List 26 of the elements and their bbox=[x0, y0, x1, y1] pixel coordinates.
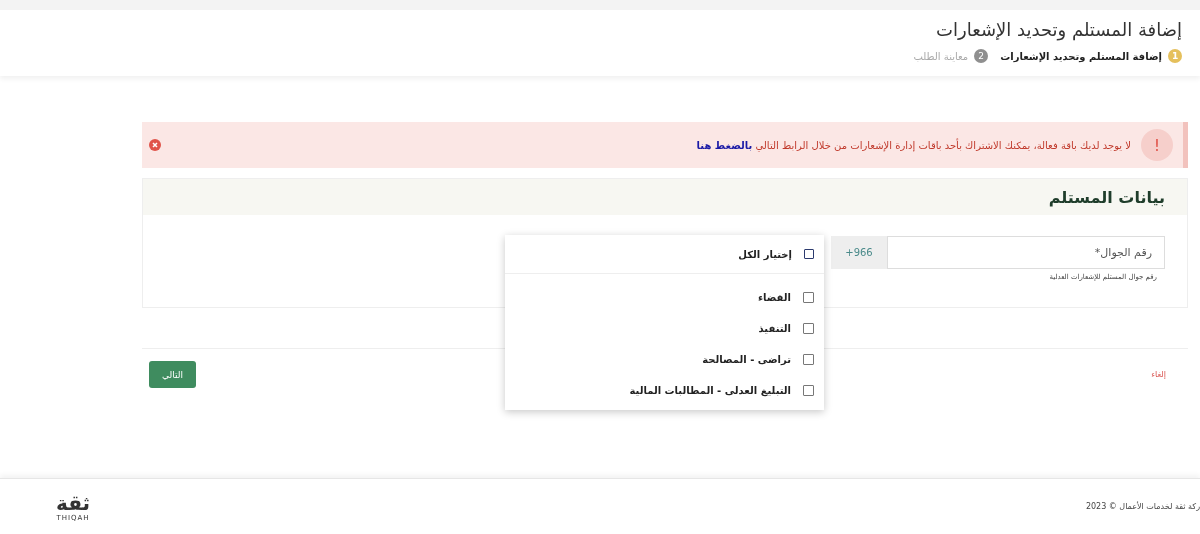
link[interactable]: بالضغط هنا bbox=[696, 139, 753, 151]
step-label: إضافة المستلم وتحديد الإشعارات bbox=[1000, 50, 1162, 62]
cancel-link[interactable]: إلغاء bbox=[1151, 370, 1166, 379]
alert-message: لا يوجد لديك باقة فعالة، يمكنك الاشتراك بأحد باقات إدارة الإشعارات من خلال الرابط التالي بالضغط هنا bbox=[695, 139, 1131, 151]
option-label[interactable]: التنفيذ bbox=[758, 323, 791, 334]
card-title: بيانات المستلم bbox=[1048, 187, 1165, 207]
checkbox[interactable] bbox=[803, 323, 814, 334]
option-label[interactable]: التبليغ العدلى - المطالبات المالية bbox=[629, 385, 791, 396]
checkbox[interactable] bbox=[803, 385, 814, 396]
logo-text: ثقة bbox=[56, 491, 91, 514]
page-title: إضافة المستلم وتحديد الإشعارات bbox=[935, 18, 1182, 43]
checkbox[interactable] bbox=[804, 249, 814, 259]
checkbox[interactable] bbox=[803, 292, 814, 303]
step-number: 1 bbox=[1168, 49, 1182, 63]
step-label: معاينة الطلب bbox=[913, 50, 969, 62]
copyright-text: ركة ثقة لخدمات الأعمال © 2023 bbox=[1085, 502, 1200, 511]
phone-field[interactable]: رقم الجوال* bbox=[887, 236, 1165, 269]
option-label[interactable]: القضاء bbox=[757, 292, 791, 303]
step-number: 2 bbox=[974, 49, 989, 63]
option-label[interactable]: إختيار الكل bbox=[738, 248, 792, 260]
country-code: +966 bbox=[831, 236, 887, 269]
option-label[interactable]: تراضى - المصالحة bbox=[702, 354, 791, 365]
close-icon[interactable] bbox=[149, 139, 161, 151]
checkbox[interactable] bbox=[803, 354, 814, 365]
next-button[interactable]: التالي bbox=[149, 361, 196, 388]
alert-icon: ! bbox=[1141, 129, 1173, 161]
